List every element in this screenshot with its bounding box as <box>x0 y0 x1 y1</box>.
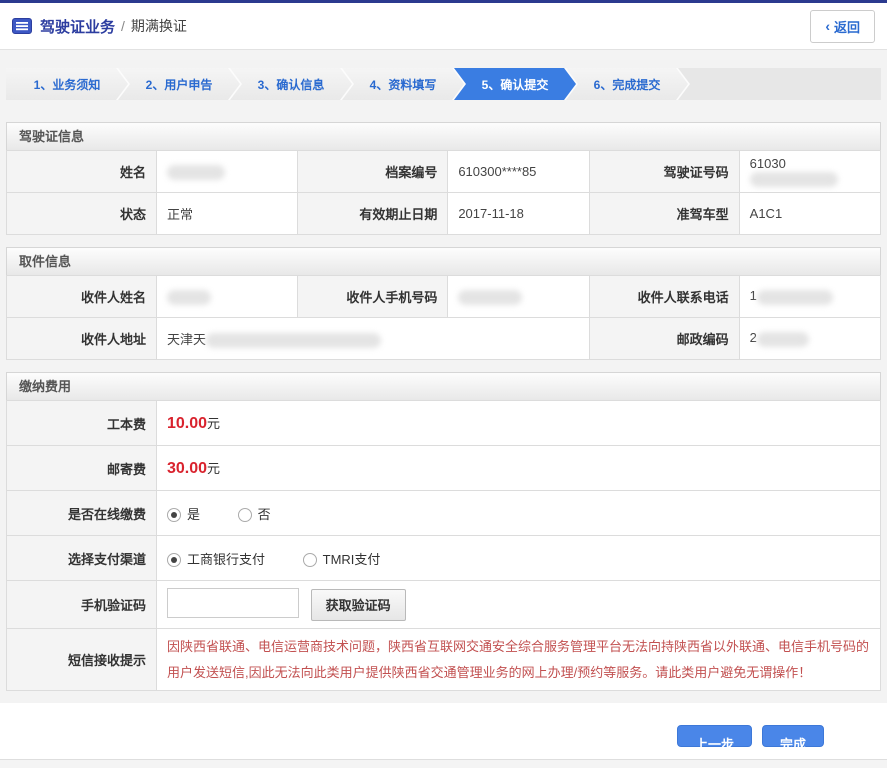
breadcrumb-business-type: 驾驶证业务 <box>40 18 116 36</box>
status-label: 状态 <box>6 192 157 235</box>
vehicle-class-label: 准驾车型 <box>588 192 740 235</box>
table-row: 邮寄费 30.00元 <box>6 445 881 491</box>
currency-unit: 元 <box>207 416 221 431</box>
status-value: 正常 <box>155 192 299 235</box>
table-row: 姓名 档案编号 610300****85 驾驶证号码 61030 <box>6 150 882 193</box>
table-row: 收件人地址 天津天 邮政编码 2 <box>6 317 882 360</box>
sms-code-input[interactable] <box>167 588 299 619</box>
radio-channel-icbc[interactable] <box>167 552 181 567</box>
list-document-icon <box>12 18 32 34</box>
radio-channel-tmri[interactable] <box>302 552 317 567</box>
recipient-mobile-value <box>447 275 590 318</box>
radio-online-yes[interactable] <box>167 507 181 522</box>
postage-fee-value: 30.00元 <box>156 445 881 491</box>
fees-section-title: 缴纳费用 <box>6 372 881 400</box>
redacted-recipient-name <box>167 289 211 305</box>
license-info-section: 驾驶证信息 姓名 档案编号 610300****85 驾驶证号码 61030 状… <box>6 122 882 235</box>
payment-channel-options: 工商银行支付 TMRI支付 <box>156 535 881 581</box>
table-row: 手机验证码 获取验证码 <box>6 580 881 629</box>
recipient-name-value <box>155 275 299 318</box>
license-number-label: 驾驶证号码 <box>588 150 740 193</box>
sms-code-label: 手机验证码 <box>6 580 157 629</box>
recipient-phone-value: 1 <box>738 275 882 318</box>
step-tab-5-confirm-submit-active[interactable]: 5、确认提交 <box>454 68 576 100</box>
step-tab-4-fill-data[interactable]: 4、资料填写 <box>342 68 464 100</box>
step-progress-bar: 1、业务须知 2、用户申告 3、确认信息 4、资料填写 5、确认提交 6、完成提… <box>6 68 881 100</box>
recipient-name-label: 收件人姓名 <box>6 275 157 318</box>
license-section-title: 驾驶证信息 <box>6 122 881 150</box>
online-payment-options: 是 否 <box>156 490 881 536</box>
table-row: 短信接收提示 因陕西省联通、电信运营商技术问题，陕西省互联网交通安全综合服务管理… <box>6 628 881 691</box>
expiry-date-label: 有效期止日期 <box>297 192 449 235</box>
sms-notice-label: 短信接收提示 <box>6 628 157 691</box>
vehicle-class-value: A1C1 <box>738 192 882 235</box>
breadcrumb-separator: / <box>121 18 125 34</box>
radio-online-yes-label[interactable]: 是 <box>187 507 200 522</box>
step-tab-2-declaration[interactable]: 2、用户申告 <box>118 68 240 100</box>
table-row: 状态 正常 有效期止日期 2017-11-18 准驾车型 A1C1 <box>6 192 882 235</box>
redacted-mobile <box>458 289 523 305</box>
footer-strip <box>0 760 887 768</box>
pickup-section-title: 取件信息 <box>6 247 881 275</box>
postage-fee-amount: 30.00 <box>167 460 208 477</box>
recipient-mobile-label: 收件人手机号码 <box>297 275 449 318</box>
step-tab-3-confirm-info[interactable]: 3、确认信息 <box>230 68 352 100</box>
step-tab-1-notice[interactable]: 1、业务须知 <box>6 68 128 100</box>
table-row: 工本费 10.00元 <box>6 400 881 446</box>
expiry-date-value: 2017-11-18 <box>447 192 590 235</box>
fees-table: 工本费 10.00元 邮寄费 30.00元 是否在线缴费 是 否 选择支付渠道 <box>6 400 881 691</box>
sms-notice-text: 因陕西省联通、电信运营商技术问题，陕西省互联网交通安全综合服务管理平台无法向持陕… <box>167 639 870 680</box>
zip-code-label: 邮政编码 <box>588 317 740 360</box>
sms-code-field-cell: 获取验证码 <box>156 580 881 629</box>
step-bar-filler <box>678 68 881 100</box>
zip-code-value: 2 <box>738 317 882 360</box>
radio-online-no[interactable] <box>237 507 252 522</box>
step-tab-6-complete[interactable]: 6、完成提交 <box>566 68 688 100</box>
recipient-address-value: 天津天 <box>156 317 590 360</box>
work-fee-label: 工本费 <box>6 400 157 446</box>
work-fee-amount: 10.00 <box>167 415 208 432</box>
pickup-info-section: 取件信息 收件人姓名 收件人手机号码 收件人联系电话 1 收件人地址 天津天 邮… <box>6 247 882 360</box>
table-row: 选择支付渠道 工商银行支付 TMRI支付 <box>6 535 881 581</box>
back-button-label: 返回 <box>833 19 860 35</box>
file-number-label: 档案编号 <box>297 150 449 193</box>
name-value <box>155 150 299 193</box>
online-payment-label: 是否在线缴费 <box>6 490 157 536</box>
form-actions: 上一步 完成 <box>0 703 887 760</box>
back-button[interactable]: ‹ 返回 <box>810 9 875 43</box>
fees-section: 缴纳费用 工本费 10.00元 邮寄费 30.00元 是否在线缴费 是 否 选择… <box>6 372 881 691</box>
redacted-address <box>206 333 382 349</box>
work-fee-value: 10.00元 <box>156 400 881 446</box>
redacted-phone <box>756 289 833 305</box>
back-chevron-icon: ‹ <box>825 18 830 34</box>
radio-channel-icbc-label[interactable]: 工商银行支付 <box>187 552 265 567</box>
file-number-value: 610300****85 <box>447 150 590 193</box>
get-sms-code-button[interactable]: 获取验证码 <box>310 588 406 621</box>
redacted-name <box>167 164 225 180</box>
license-info-table: 姓名 档案编号 610300****85 驾驶证号码 61030 状态 正常 有… <box>6 150 882 235</box>
recipient-phone-label: 收件人联系电话 <box>588 275 740 318</box>
breadcrumb-current-page: 期满换证 <box>130 18 187 34</box>
license-number-value: 61030 <box>738 150 882 193</box>
table-row: 是否在线缴费 是 否 <box>6 490 881 536</box>
name-label: 姓名 <box>6 150 157 193</box>
redacted-license-number <box>749 172 838 188</box>
sms-notice-cell: 因陕西省联通、电信运营商技术问题，陕西省互联网交通安全综合服务管理平台无法向持陕… <box>156 628 881 691</box>
finish-button[interactable]: 完成 <box>761 725 824 752</box>
previous-step-button[interactable]: 上一步 <box>676 725 752 752</box>
payment-channel-label: 选择支付渠道 <box>6 535 157 581</box>
recipient-address-label: 收件人地址 <box>6 317 157 360</box>
redacted-zip <box>756 331 809 347</box>
pickup-info-table: 收件人姓名 收件人手机号码 收件人联系电话 1 收件人地址 天津天 邮政编码 2 <box>6 275 882 360</box>
postage-fee-label: 邮寄费 <box>6 445 157 491</box>
table-row: 收件人姓名 收件人手机号码 收件人联系电话 1 <box>6 275 882 318</box>
currency-unit: 元 <box>207 461 221 476</box>
page-header: 驾驶证业务 / 期满换证 ‹ 返回 <box>0 3 887 50</box>
radio-channel-tmri-label[interactable]: TMRI支付 <box>323 552 381 567</box>
radio-online-no-label[interactable]: 否 <box>258 507 271 522</box>
page: 驾驶证业务 / 期满换证 ‹ 返回 1、业务须知 2、用户申告 3、确认信息 4… <box>0 0 887 768</box>
